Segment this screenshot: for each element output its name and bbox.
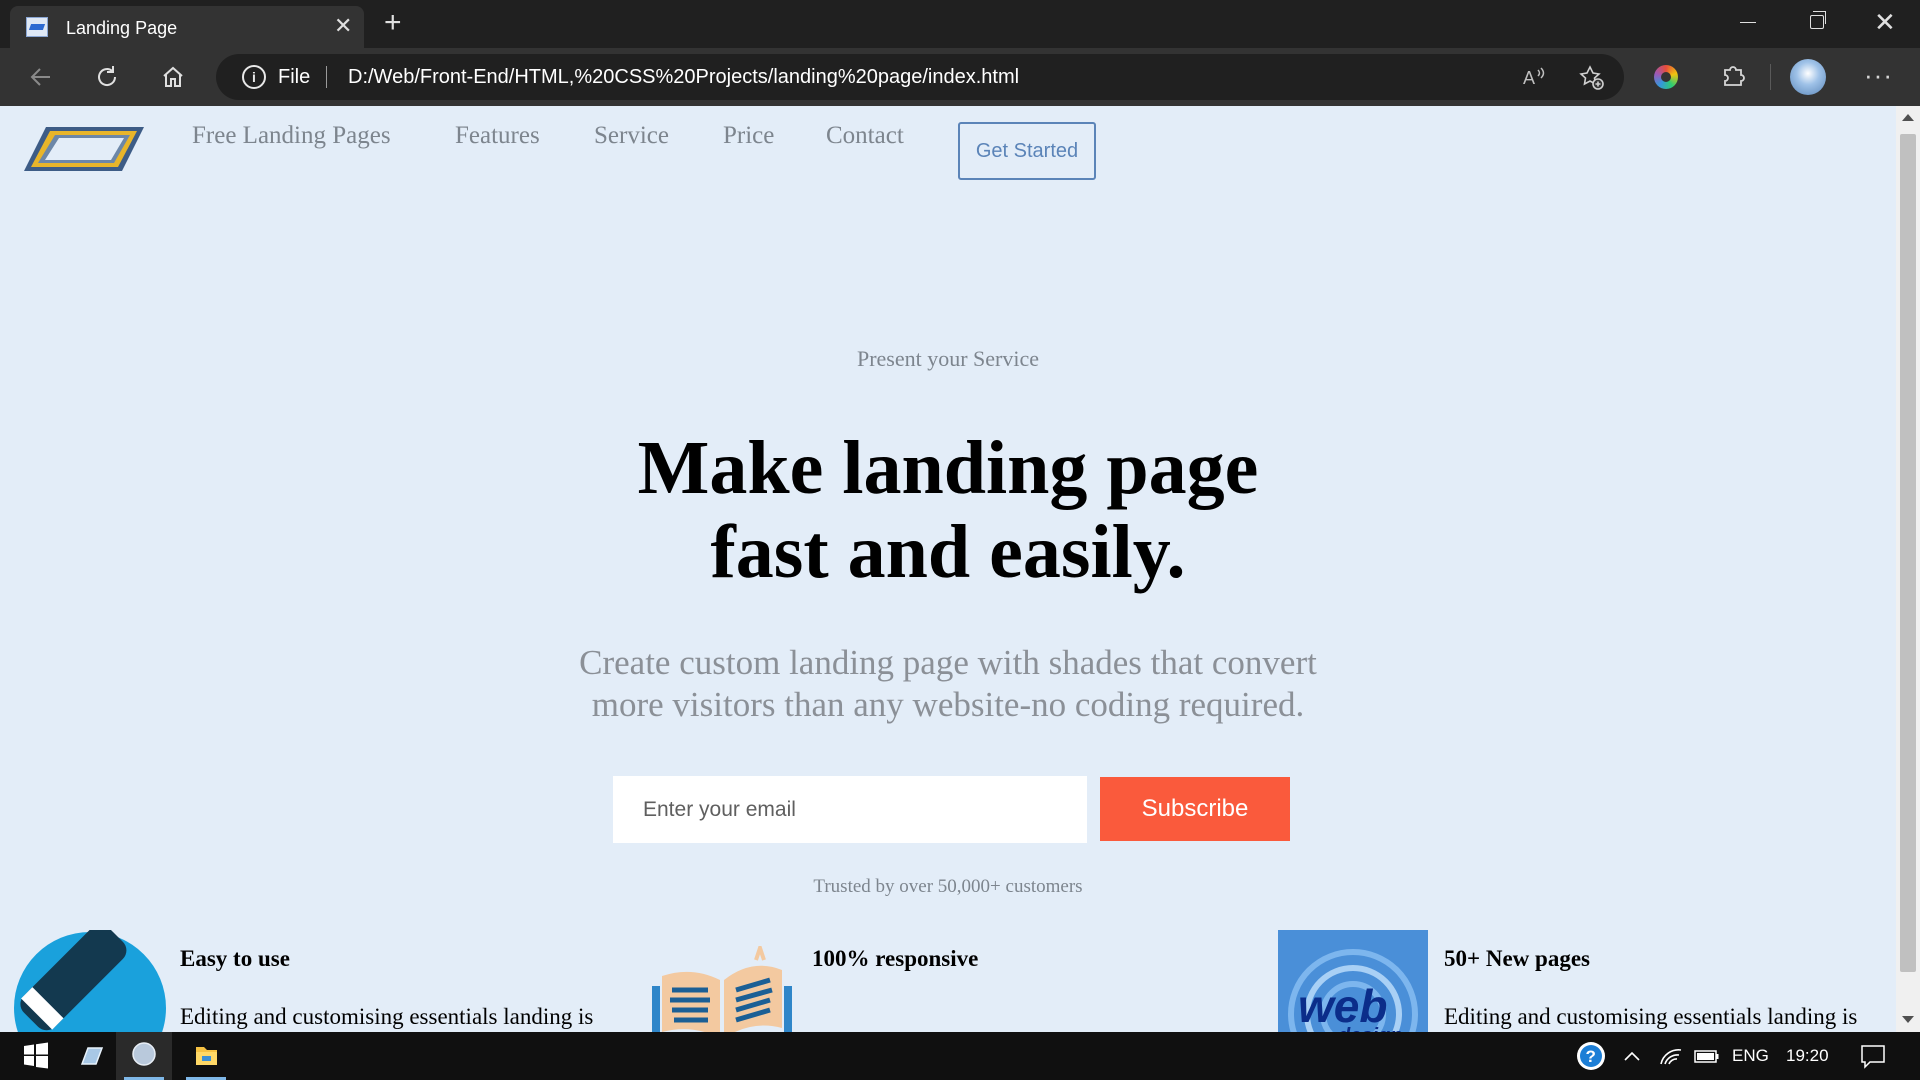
web-design-icon: web design xyxy=(1278,930,1428,1032)
windows-start-icon[interactable] xyxy=(10,1032,60,1080)
nav-link-service[interactable]: Service xyxy=(594,122,669,150)
address-url[interactable]: D:/Web/Front-End/HTML,%20CSS%20Projects/… xyxy=(348,66,1019,89)
browser-tab-landing-page[interactable]: Landing Page ✕ xyxy=(10,6,364,48)
show-hidden-icons-icon[interactable] xyxy=(1620,1032,1644,1080)
hero-subtitle: Create custom landing page with shades t… xyxy=(0,642,1896,726)
address-separator xyxy=(326,66,327,88)
subscribe-button[interactable]: Subscribe xyxy=(1100,777,1290,841)
browser-extension-color-icon[interactable] xyxy=(1654,65,1678,89)
profile-avatar[interactable] xyxy=(1790,59,1826,95)
email-input[interactable] xyxy=(613,776,1087,843)
close-window-button[interactable]: ✕ xyxy=(1874,8,1896,36)
hero-eyebrow: Present your Service xyxy=(856,346,1040,371)
page-favicon-icon xyxy=(26,17,48,37)
feature-title-easy-to-use: Easy to use xyxy=(180,946,290,971)
read-aloud-icon[interactable]: A xyxy=(1522,64,1548,96)
wifi-icon[interactable] xyxy=(1656,1032,1686,1080)
svg-text:design: design xyxy=(1338,1025,1402,1032)
scroll-down-arrow-icon[interactable] xyxy=(1902,1016,1914,1023)
back-arrow-icon[interactable] xyxy=(24,60,58,94)
tab-title: Landing Page xyxy=(66,18,178,38)
browser-toolbar: i File D:/Web/Front-End/HTML,%20CSS%20Pr… xyxy=(0,48,1920,106)
taskbar-app-browser-icon[interactable] xyxy=(116,1032,172,1080)
taskbar-app-notes-icon[interactable] xyxy=(64,1032,118,1080)
page-viewport: Free Landing Pages Features Service Pric… xyxy=(0,106,1920,1032)
puzzle-icon[interactable] xyxy=(1720,62,1746,95)
svg-text:A: A xyxy=(1523,68,1535,88)
feature-text-easy-to-use: Editing and customising essentials landi… xyxy=(180,1004,594,1029)
nav-link-contact[interactable]: Contact xyxy=(826,122,904,150)
hero-headline-line-2: fast and easily. xyxy=(710,510,1186,594)
input-language[interactable]: ENG xyxy=(1732,1046,1769,1066)
battery-icon[interactable] xyxy=(1692,1032,1722,1080)
svg-text:?: ? xyxy=(1586,1047,1596,1066)
scrollbar-thumb[interactable] xyxy=(1900,134,1916,972)
taskbar-file-explorer-icon[interactable] xyxy=(178,1032,234,1080)
get-started-button[interactable]: Get Started xyxy=(958,122,1096,180)
page-scrollbar[interactable] xyxy=(1896,106,1920,1032)
hero-subtitle-line-1: Create custom landing page with shades t… xyxy=(579,643,1317,682)
minimize-window-button[interactable] xyxy=(1740,22,1756,23)
new-tab-button[interactable]: + xyxy=(384,8,402,38)
browser-tab-bar: Landing Page ✕ + ✕ xyxy=(0,0,1920,48)
more-options-button[interactable]: ··· xyxy=(1864,60,1893,91)
address-bar[interactable]: i File D:/Web/Front-End/HTML,%20CSS%20Pr… xyxy=(216,54,1624,100)
hero-headline: Make landing page fast and easily. xyxy=(0,426,1896,594)
system-clock[interactable]: 19:20 xyxy=(1786,1046,1829,1066)
notification-icon[interactable] xyxy=(1856,1032,1890,1080)
refresh-icon[interactable] xyxy=(90,60,124,94)
trusted-by-text: Trusted by over 50,000+ customers xyxy=(813,876,1083,897)
favorites-icon[interactable] xyxy=(1578,64,1606,98)
tab-close-button[interactable]: ✕ xyxy=(334,14,352,38)
site-logo-icon[interactable] xyxy=(24,124,144,174)
open-book-icon xyxy=(652,946,792,1032)
home-icon[interactable] xyxy=(156,60,190,94)
nav-link-features[interactable]: Features xyxy=(455,122,540,150)
feature-title-responsive: 100% responsive xyxy=(812,946,979,971)
address-scheme: File xyxy=(278,66,311,88)
edit-tool-icon xyxy=(14,930,166,1032)
hero-headline-line-1: Make landing page xyxy=(637,426,1259,510)
info-icon[interactable]: i xyxy=(242,65,266,89)
toolbar-divider xyxy=(1770,64,1771,90)
help-icon[interactable]: ? xyxy=(1574,1032,1608,1080)
restore-window-button[interactable] xyxy=(1810,11,1826,29)
hero-subtitle-line-2: more visitors than any website-no coding… xyxy=(591,685,1305,724)
nav-link-free-landing-pages[interactable]: Free Landing Pages xyxy=(192,122,391,150)
windows-taskbar: ? ENG 19:20 xyxy=(0,1032,1920,1080)
scroll-up-arrow-icon[interactable] xyxy=(1902,114,1914,121)
feature-title-new-pages: 50+ New pages xyxy=(1444,946,1590,971)
nav-link-price[interactable]: Price xyxy=(723,122,774,150)
feature-text-new-pages: Editing and customising essentials landi… xyxy=(1444,1004,1858,1029)
